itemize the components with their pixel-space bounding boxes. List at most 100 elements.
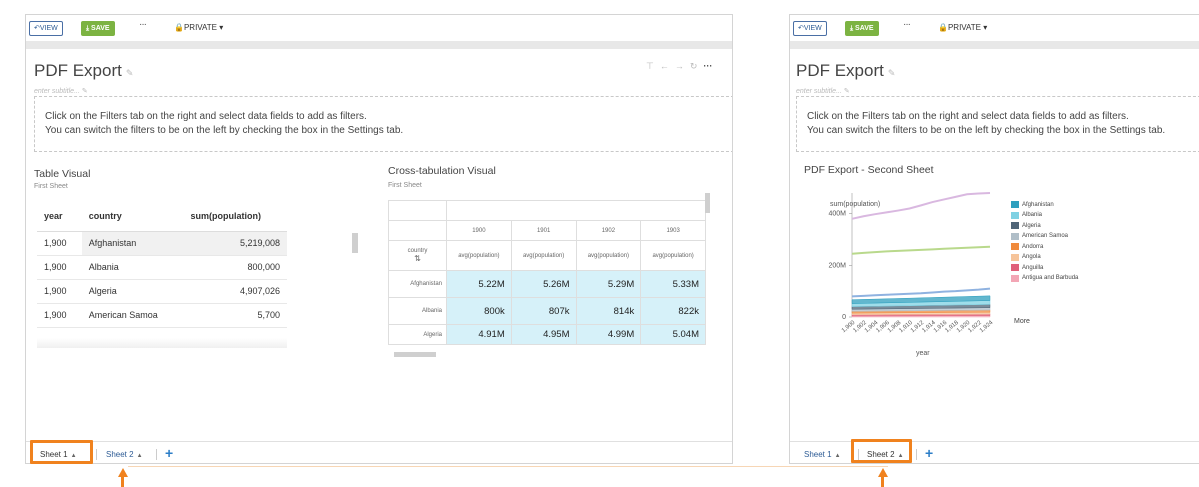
- view-button[interactable]: ↶VIEW: [793, 21, 827, 36]
- cell-year: 1,900: [37, 231, 82, 256]
- more-menu-button[interactable]: ···: [903, 19, 911, 30]
- y-tick-label: 0: [842, 314, 846, 321]
- dashboard-title[interactable]: PDF Export ✎: [34, 61, 133, 81]
- legend-label: Angola: [1022, 254, 1041, 260]
- annotation-guide-line: [128, 466, 888, 467]
- sheet-tabs-bar: Sheet 1 ▲ Sheet 2 ▲ +: [26, 441, 732, 463]
- table-visual-sheet: First Sheet: [34, 183, 68, 190]
- crosstab-cell: 4.95M: [510, 324, 577, 345]
- legend-item[interactable]: Anguilla: [1011, 264, 1043, 271]
- table-row: 1,900 American Samoa 5,700: [37, 303, 287, 328]
- year-header[interactable]: 1903: [640, 220, 706, 241]
- privacy-dropdown[interactable]: 🔒PRIVATE ▾: [938, 23, 987, 32]
- filters-hint-line2: You can switch the filters to be on the …: [45, 125, 404, 136]
- more-menu-button[interactable]: ···: [139, 19, 147, 30]
- filters-hint-line1: Click on the Filters tab on the right an…: [45, 111, 367, 122]
- legend-swatch: [1011, 201, 1019, 208]
- toolbar-divider: [26, 41, 732, 49]
- legend-item[interactable]: Algeria: [1011, 222, 1041, 229]
- table-scrollbar[interactable]: [352, 233, 358, 253]
- save-button[interactable]: ⤓ SAVE: [845, 21, 879, 36]
- add-sheet-button[interactable]: +: [925, 445, 933, 461]
- legend-swatch: [1011, 274, 1019, 282]
- cell-population: 800,000: [183, 255, 287, 280]
- sort-icon[interactable]: ⇅: [414, 254, 421, 263]
- cell-year: 1,900: [37, 255, 82, 280]
- crosstab-visual-title: Cross-tabulation Visual: [388, 165, 496, 177]
- y-axis-label: sum(population): [830, 201, 880, 208]
- data-table: year country sum(population) 1,900 Afgha…: [37, 201, 287, 328]
- year-header[interactable]: 1900: [446, 220, 512, 241]
- arrow-stem: [121, 476, 124, 487]
- arrow-stem: [881, 476, 884, 487]
- legend-swatch: [1011, 264, 1019, 271]
- forward-icon[interactable]: →: [675, 61, 690, 71]
- legend-item[interactable]: Afghanistan: [1011, 201, 1054, 208]
- row-header-country[interactable]: country ⇅: [388, 240, 447, 271]
- x-tick-label: 1,924: [979, 320, 995, 335]
- y-tick-label: 200M: [828, 262, 846, 269]
- legend-swatch: [1011, 222, 1019, 229]
- more-icon[interactable]: ···: [703, 61, 712, 71]
- col-header-country[interactable]: country: [81, 201, 184, 232]
- legend-label: Antigua and Barbuda: [1022, 275, 1079, 281]
- col-header-population[interactable]: sum(population): [183, 201, 287, 232]
- crosstab-vscroll[interactable]: [705, 193, 710, 213]
- filters-hint-box: Click on the Filters tab on the right an…: [34, 96, 732, 152]
- toolbar-divider: [790, 41, 1199, 49]
- refresh-icon[interactable]: ↻: [690, 61, 704, 71]
- filters-hint-box: Click on the Filters tab on the right an…: [796, 96, 1199, 152]
- table-row: 1,900 Algeria 4,907,026: [37, 279, 287, 304]
- toolbar: ↶VIEW ⤓ SAVE ··· 🔒PRIVATE ▾: [26, 15, 732, 42]
- col-header-year[interactable]: year: [37, 201, 82, 232]
- add-sheet-button[interactable]: +: [165, 445, 173, 461]
- edit-pencil-icon[interactable]: ✎: [888, 68, 896, 78]
- table-visual-title: Table Visual: [34, 168, 91, 180]
- legend-more-link[interactable]: More: [1014, 318, 1030, 325]
- crosstab-cell: 5.29M: [575, 270, 642, 298]
- legend-label: Albania: [1022, 212, 1043, 218]
- crosstab-table: 1900 1901 1902 1903 country ⇅ avg(populat…: [388, 200, 706, 345]
- dashboard-title[interactable]: PDF Export ✎: [796, 61, 895, 81]
- crosstab-visual-sheet: First Sheet: [388, 182, 422, 189]
- legend-label: Anguilla: [1022, 264, 1044, 271]
- toolbar: ↶VIEW ⤓ SAVE ··· 🔒PRIVATE ▾: [790, 15, 1199, 42]
- privacy-dropdown[interactable]: 🔒PRIVATE ▾: [174, 23, 223, 32]
- back-icon[interactable]: ←: [660, 61, 675, 71]
- sheet1-highlight-box: [30, 440, 93, 464]
- population-area-chart: sum(population)0200M400M1,9001,9021,9041…: [828, 192, 995, 357]
- table-row: 1,900 Albania 800,000: [37, 255, 287, 280]
- year-header[interactable]: 1902: [575, 220, 642, 241]
- crosstab-hscroll[interactable]: [394, 352, 436, 357]
- measure-header: avg(population): [510, 240, 577, 271]
- filter-icon[interactable]: ⊤: [646, 61, 660, 71]
- view-button[interactable]: ↶VIEW: [29, 21, 63, 36]
- x-axis-label: year: [916, 350, 930, 357]
- tab-separator: [156, 449, 157, 460]
- legend-item[interactable]: Andorra: [1011, 243, 1043, 250]
- legend-item[interactable]: Angola: [1011, 253, 1041, 261]
- edit-pencil-icon[interactable]: ✎: [126, 68, 134, 78]
- filters-hint-line1: Click on the Filters tab on the right an…: [807, 111, 1129, 122]
- table-header-row: year country sum(population): [37, 201, 287, 232]
- legend-label: American Samoa: [1022, 233, 1069, 239]
- sheet2-highlight-box: [851, 439, 912, 463]
- subtitle-field[interactable]: enter subtitle... ✎: [34, 87, 88, 95]
- legend-swatch: [1011, 232, 1019, 240]
- row-label: Algeria: [388, 324, 447, 345]
- sheet-tab-1[interactable]: Sheet 1 ▲: [804, 448, 841, 462]
- cell-country: American Samoa: [81, 303, 184, 328]
- legend-item[interactable]: American Samoa: [1011, 232, 1069, 240]
- crosstab-cell: 814k: [575, 297, 642, 325]
- legend-item[interactable]: Albania: [1011, 211, 1043, 219]
- legend-item[interactable]: Antigua and Barbuda: [1011, 274, 1079, 282]
- crosstab-cell: 5.33M: [640, 270, 706, 298]
- save-button[interactable]: ⤓ SAVE: [81, 21, 115, 36]
- subtitle-field[interactable]: enter subtitle... ✎: [796, 87, 850, 95]
- year-header[interactable]: 1901: [510, 220, 577, 241]
- tab-separator: [96, 449, 97, 460]
- toolbar-top-indicator: [234, 14, 289, 15]
- sheet-tab-2[interactable]: Sheet 2 ▲: [106, 448, 143, 462]
- toolbar-top-indicator: [1008, 14, 1063, 15]
- measure-header: avg(population): [640, 240, 706, 271]
